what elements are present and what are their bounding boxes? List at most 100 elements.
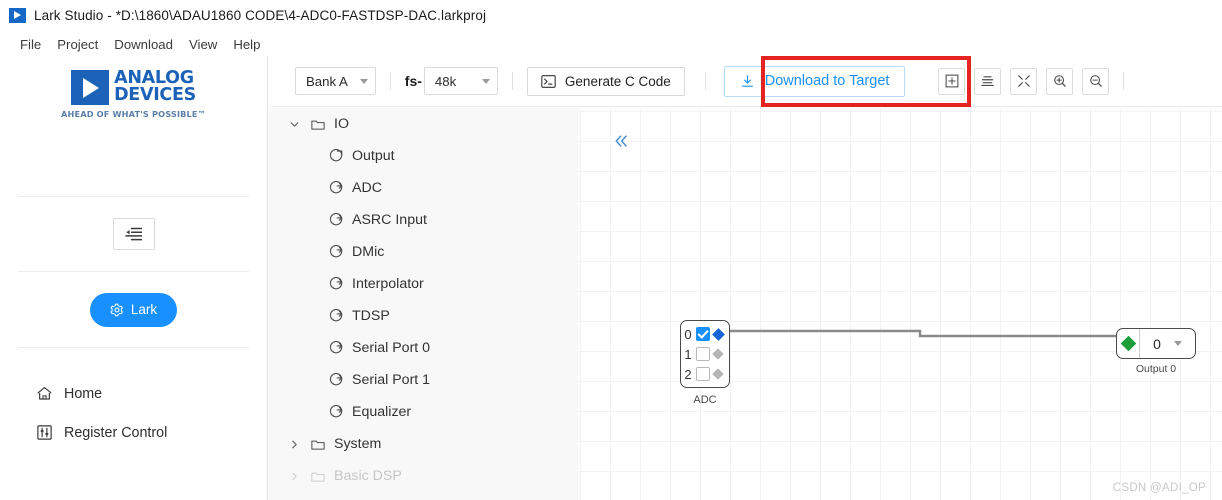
sidebar-item-label: Home [64, 385, 103, 402]
tree-item-label: Equalizer [352, 404, 412, 420]
output-input-port[interactable] [1120, 335, 1137, 352]
sidebar-item-label: Register Control [64, 424, 168, 441]
menu-item-file[interactable]: File [12, 36, 49, 53]
output-channel-value: 0 [1153, 335, 1161, 352]
toolbar-separator-4 [1123, 72, 1125, 90]
tree-row[interactable]: Serial Port 1 [269, 364, 578, 396]
align-icon[interactable] [974, 67, 1002, 95]
chevron-down-icon[interactable] [281, 119, 307, 130]
output-channel-select[interactable]: 0 [1139, 329, 1195, 358]
tree-row[interactable]: Basic DSP [269, 460, 578, 492]
bank-select[interactable]: Bank A [295, 67, 376, 95]
generate-c-code-button[interactable]: Generate C Code [526, 66, 685, 96]
adc-channel-checkbox[interactable] [696, 347, 710, 361]
terminal-icon [541, 74, 556, 89]
sidebar-item-home[interactable]: Home [0, 374, 267, 413]
sidebar-nav: Home Register Control [0, 348, 267, 452]
lark-button[interactable]: Lark [89, 292, 178, 327]
input-arrow-icon [325, 308, 347, 324]
indent-list-icon[interactable] [112, 218, 155, 250]
zoom-in-icon[interactable] [1046, 67, 1074, 95]
menu-item-project[interactable]: Project [49, 36, 106, 53]
component-tree-panel[interactable]: IO Output ADC ASRC Input DMic Interpolat… [269, 108, 578, 500]
adc-node[interactable]: 0 1 2 [680, 320, 730, 388]
chevron-down-icon [1173, 341, 1182, 346]
generate-c-code-label: Generate C Code [564, 73, 671, 89]
tree-row[interactable]: TDSP [269, 300, 578, 332]
signal-flow-canvas[interactable]: 0 1 2 ADC 0 Output 0 [578, 108, 1222, 500]
tree-row[interactable]: System [269, 428, 578, 460]
output-arrow-icon [325, 148, 347, 164]
watermark: CSDN @ADI_OP [1112, 482, 1206, 494]
chevron-right-icon[interactable] [281, 471, 307, 482]
menu-item-help[interactable]: Help [225, 36, 268, 53]
tree-item-label: IO [334, 116, 349, 132]
tree-item-label: TDSP [352, 308, 390, 324]
connection-wire [730, 329, 1118, 338]
tree-item-label: Serial Port 0 [352, 340, 431, 356]
tree-item-label: System [334, 436, 382, 452]
tree-row[interactable]: Interpolator [269, 268, 578, 300]
app-window: Lark Studio - *D:\1860\ADAU1860 CODE\4-A… [0, 0, 1222, 500]
toolbar-separator-2 [511, 72, 513, 90]
input-arrow-icon [325, 180, 347, 196]
logo-line-2: DEVICES [114, 85, 196, 106]
chevron-down-icon [481, 78, 490, 84]
tree-item-label: Interpolator [352, 276, 424, 292]
chevron-down-icon [359, 78, 368, 84]
adc-channel-row[interactable]: 2 [683, 364, 729, 384]
home-icon [36, 385, 53, 402]
play-triangle-icon [9, 8, 26, 23]
main-toolbar: Bank A fs- 48k Generate C Code Download … [269, 56, 1222, 107]
adc-channel-index: 2 [684, 366, 692, 382]
sliders-icon [36, 424, 53, 441]
tree-item-label: ADC [352, 180, 382, 196]
fs-select[interactable]: 48k [423, 67, 498, 95]
left-sidebar: ANALOG DEVICES AHEAD OF WHAT'S POSSIBLE™ [0, 56, 268, 500]
bank-select-value: Bank A [306, 73, 348, 89]
adc-channel-row[interactable]: 0 [683, 324, 729, 344]
logo-tagline: AHEAD OF WHAT'S POSSIBLE™ [60, 109, 206, 119]
fit-to-screen-icon[interactable] [1010, 67, 1038, 95]
gear-icon [110, 303, 124, 317]
menu-item-download[interactable]: Download [106, 36, 181, 53]
tree-row[interactable]: ASRC Input [269, 204, 578, 236]
tree-item-label: Basic DSP [334, 468, 402, 484]
tree-row[interactable]: Equalizer [269, 396, 578, 428]
toolbar-separator-3 [704, 72, 706, 90]
adc-output-port[interactable] [712, 368, 724, 380]
analog-devices-logo: ANALOG DEVICES AHEAD OF WHAT'S POSSIBLE™ [0, 56, 267, 119]
adc-channel-checkbox[interactable] [696, 327, 710, 341]
sidebar-item-register-control[interactable]: Register Control [0, 413, 267, 452]
zoom-out-icon[interactable] [1082, 67, 1110, 95]
title-bar: Lark Studio - *D:\1860\ADAU1860 CODE\4-A… [0, 0, 1222, 31]
tree-item-label: Serial Port 1 [352, 372, 431, 388]
toolbar-separator-1 [389, 72, 391, 90]
download-to-target-label: Download to Target [764, 73, 890, 89]
tree-item-label: Output [352, 148, 395, 164]
adc-channel-index: 1 [684, 346, 692, 362]
tree-row[interactable]: ADC [269, 172, 578, 204]
adc-channel-row[interactable]: 1 [683, 344, 729, 364]
adc-output-port[interactable] [712, 327, 725, 341]
folder-icon [307, 470, 329, 483]
adc-channel-index: 0 [684, 326, 692, 342]
chevron-right-icon[interactable] [281, 439, 307, 450]
tree-row[interactable]: DMic [269, 236, 578, 268]
double-chevron-left-icon[interactable] [608, 128, 634, 154]
output-node[interactable]: 0 [1116, 328, 1196, 359]
download-to-target-button[interactable]: Download to Target [723, 65, 906, 97]
lark-button-label: Lark [130, 302, 158, 317]
folder-icon [307, 438, 329, 451]
sidebar-lark-section: Lark [0, 272, 267, 347]
add-node-icon[interactable] [938, 67, 966, 95]
tree-row[interactable]: Output [269, 140, 578, 172]
adc-channel-checkbox[interactable] [696, 367, 710, 381]
window-title: Lark Studio - *D:\1860\ADAU1860 CODE\4-A… [34, 8, 487, 23]
tree-row[interactable]: IO [269, 108, 578, 140]
sidebar-logo-spacer [0, 119, 267, 196]
tree-row[interactable]: Serial Port 0 [269, 332, 578, 364]
fs-label: fs- [404, 73, 422, 89]
adc-output-port[interactable] [712, 348, 724, 360]
menu-item-view[interactable]: View [181, 36, 225, 53]
